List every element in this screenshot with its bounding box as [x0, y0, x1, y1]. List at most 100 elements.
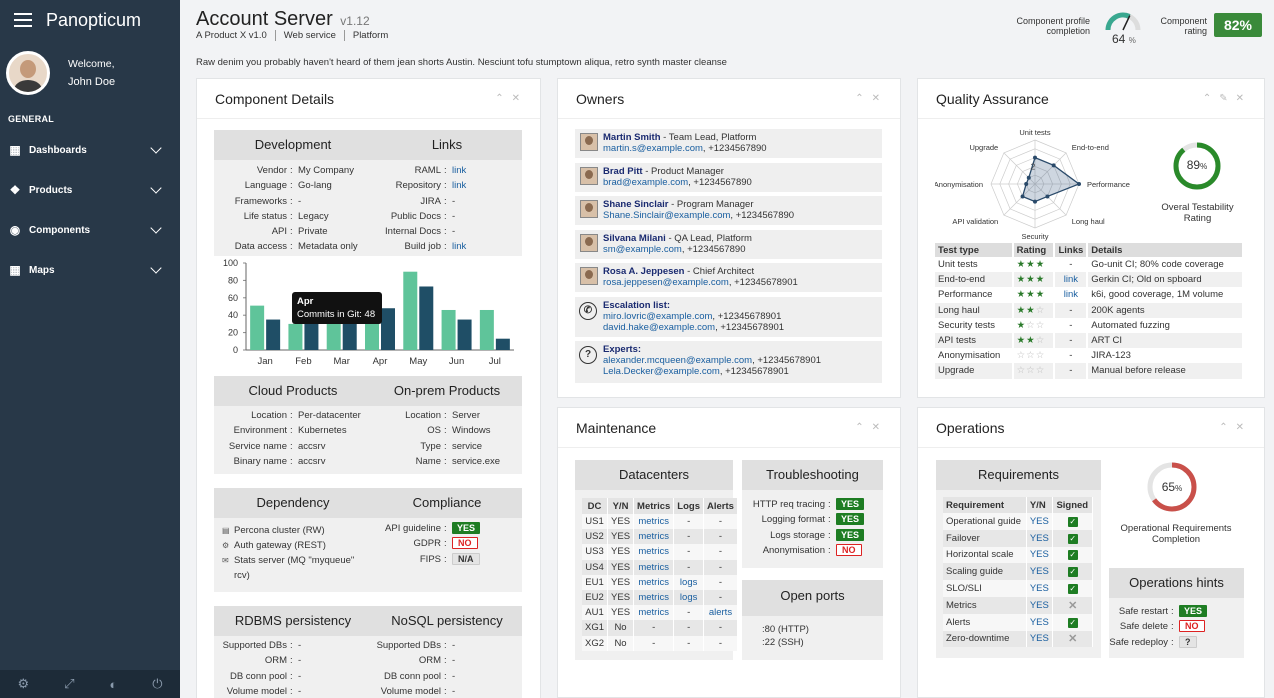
- avatar[interactable]: [6, 51, 50, 95]
- requirement-link[interactable]: YES: [1030, 533, 1049, 544]
- nav-item-components[interactable]: ◉ Components: [0, 210, 180, 250]
- nav-item-maps[interactable]: ▦ Maps: [0, 250, 180, 290]
- dc-link[interactable]: metrics: [638, 546, 669, 557]
- fullscreen-icon[interactable]: ⤢: [64, 676, 74, 692]
- detail-link[interactable]: link: [452, 163, 522, 178]
- experts-label[interactable]: Experts:: [603, 344, 641, 355]
- bar-jun-series1[interactable]: [441, 309, 456, 350]
- dc-cell: US3: [585, 546, 604, 558]
- dc-link[interactable]: metrics: [638, 607, 669, 618]
- close-icon[interactable]: ✕: [1236, 422, 1252, 433]
- testability-unit: %: [1200, 162, 1208, 171]
- bar-jan-series1[interactable]: [250, 305, 265, 350]
- owner-email[interactable]: rosa.jeppesen@example.com: [603, 277, 729, 288]
- owner-email[interactable]: Lela.Decker@example.com: [603, 366, 720, 377]
- bar-may-series1[interactable]: [403, 271, 418, 350]
- settings-icon[interactable]: ⚙: [17, 676, 29, 692]
- close-icon[interactable]: ✕: [1236, 93, 1252, 104]
- table-row: Unit tests ★★★ - Go-unit CI; 80% code cover…: [935, 257, 1244, 273]
- detail-key: Safe redeploy: [1109, 636, 1168, 648]
- component-description: Raw denim you probably haven't heard of …: [196, 57, 727, 68]
- collapse-icon[interactable]: ⌃: [1219, 422, 1235, 433]
- requirement-name: Metrics: [943, 596, 1027, 614]
- owner-email[interactable]: alexander.mcqueen@example.com: [603, 355, 752, 366]
- dc-link[interactable]: logs: [680, 592, 697, 603]
- dc-link[interactable]: metrics: [638, 516, 669, 527]
- dc-link[interactable]: metrics: [638, 562, 669, 573]
- owner-name[interactable]: Silvana Milani: [603, 233, 666, 244]
- detail-value: -: [298, 670, 302, 682]
- dc-link[interactable]: metrics: [638, 577, 669, 588]
- requirement-link[interactable]: YES: [1030, 516, 1049, 527]
- dc-link[interactable]: alerts: [709, 607, 732, 618]
- bar-feb-series1[interactable]: [288, 323, 303, 350]
- hamburger-menu-icon[interactable]: [14, 13, 32, 27]
- dc-cell: YES: [611, 607, 631, 619]
- owner-email[interactable]: miro.lovric@example.com: [603, 311, 712, 322]
- owner-email[interactable]: sm@example.com: [603, 244, 682, 255]
- dc-cell: -: [718, 561, 723, 573]
- detail-key: Service name: [228, 440, 287, 452]
- test-type: Anonymisation: [935, 348, 1014, 364]
- troubleshooting-box: Troubleshooting HTTP req tracing: YES Logg…: [742, 460, 883, 568]
- breadcrumb-item[interactable]: Platform: [343, 30, 396, 41]
- requirement-link[interactable]: YES: [1030, 633, 1049, 644]
- test-rating: ★☆☆: [1012, 317, 1056, 333]
- collapse-icon[interactable]: ⌃: [1203, 93, 1219, 104]
- requirement-link[interactable]: YES: [1030, 549, 1049, 560]
- dc-cell: XG2: [585, 637, 605, 649]
- detail-row: API: Private: [214, 224, 372, 239]
- dc-link[interactable]: metrics: [638, 592, 669, 603]
- detail-row: JIRA: -: [372, 194, 522, 209]
- close-icon[interactable]: ✕: [872, 93, 888, 104]
- requirement-link[interactable]: YES: [1030, 566, 1049, 577]
- owner-email[interactable]: david.hake@example.com: [603, 322, 715, 333]
- breadcrumb-item[interactable]: A Product X v1.0: [196, 30, 275, 41]
- status-badge: YES: [1179, 605, 1208, 617]
- nav-item-dashboards[interactable]: ▦ Dashboards: [0, 130, 180, 170]
- test-link-empty: -: [1069, 319, 1073, 331]
- collapse-icon[interactable]: ⌃: [495, 93, 511, 104]
- detail-link[interactable]: link: [452, 239, 522, 254]
- detail-key: HTTP req tracing: [752, 499, 825, 510]
- bar-jul-series1[interactable]: [479, 309, 494, 350]
- eye-slash-icon[interactable]: ◐: [109, 677, 117, 692]
- bar-apr-series2[interactable]: [381, 308, 395, 350]
- app-brand[interactable]: Panopticum: [46, 10, 141, 31]
- breadcrumb-item[interactable]: Web service: [274, 30, 344, 41]
- collapse-icon[interactable]: ⌃: [855, 422, 871, 433]
- owner-email[interactable]: brad@example.com: [603, 177, 688, 188]
- wrench-icon[interactable]: ✎: [1219, 93, 1235, 104]
- requirement-link[interactable]: YES: [1030, 617, 1049, 628]
- close-icon[interactable]: ✕: [512, 93, 528, 104]
- owner-email[interactable]: martin.s@example.com: [603, 143, 703, 154]
- owner-name[interactable]: Martin Smith: [603, 132, 661, 143]
- dc-link[interactable]: metrics: [638, 531, 669, 542]
- detail-value: accsrv: [298, 455, 326, 467]
- bar-jan-series2[interactable]: [266, 319, 281, 350]
- bar-jun-series2[interactable]: [457, 319, 472, 350]
- test-details: ART CI: [1087, 332, 1244, 349]
- test-link[interactable]: link: [1064, 274, 1078, 285]
- owner-name[interactable]: Rosa A. Jeppesen: [603, 266, 684, 277]
- status-badge: YES: [836, 498, 865, 510]
- detail-link[interactable]: link: [452, 178, 522, 193]
- dc-link[interactable]: logs: [680, 577, 697, 588]
- bar-apr-series1[interactable]: [365, 323, 379, 350]
- bar-jul-series2[interactable]: [495, 338, 510, 350]
- bar-may-series2[interactable]: [419, 286, 434, 350]
- requirement-link[interactable]: YES: [1030, 583, 1049, 594]
- escalation-label[interactable]: Escalation list:: [603, 300, 670, 311]
- test-link[interactable]: link: [1064, 289, 1078, 300]
- owner-name[interactable]: Brad Pitt: [603, 166, 643, 177]
- nav-item-products[interactable]: ❖ Products: [0, 170, 180, 210]
- detail-row: Volume model: -: [372, 684, 522, 698]
- close-icon[interactable]: ✕: [872, 422, 888, 433]
- owner-name[interactable]: Shane Sinclair: [603, 199, 668, 210]
- bar-mar-series1[interactable]: [326, 323, 341, 350]
- detail-key: Repository: [395, 180, 441, 192]
- requirement-link[interactable]: YES: [1030, 600, 1049, 611]
- owner-email[interactable]: Shane.Sinclair@example.com: [603, 210, 730, 221]
- power-icon[interactable]: ⏻: [152, 676, 162, 692]
- collapse-icon[interactable]: ⌃: [855, 93, 871, 104]
